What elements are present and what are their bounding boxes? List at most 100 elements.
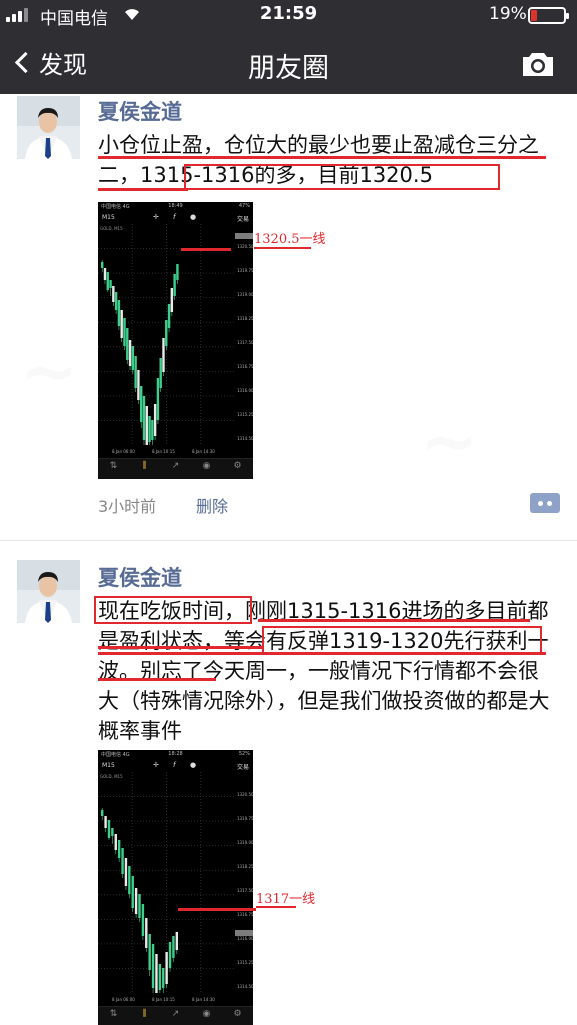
candle-body [111,828,114,836]
candle-body [134,888,138,914]
mini-tab-icon: ⇅ [109,461,118,471]
avatar[interactable] [17,560,80,623]
candle-body [162,968,165,988]
annotation-underline [256,906,296,908]
battery-level [531,10,537,21]
candle-body [140,386,143,422]
current-price-box [235,233,253,239]
mini-tab-icon: ◉ [202,461,211,471]
candle-body [126,328,129,360]
candle-body [170,288,174,312]
candle-body [112,286,115,302]
candle-body [138,894,141,918]
highlight-underline [98,678,216,681]
highlight-underline [98,646,262,649]
highlight-box [184,164,500,190]
mini-battery: 52% [238,751,250,757]
annotation-underline [254,247,311,249]
indicator-icon: ● [190,761,197,769]
mini-battery: 47% [238,203,250,209]
post: 夏侯金道 现在吃饭时间，刚刚1315-1316进场的多目前都是盈利状态，等会有反… [0,560,577,1025]
post-time: 3小时前 [98,497,157,516]
y-tick-label: 1318.25 [237,864,253,869]
chart-screenshot[interactable]: 中国电信 4G 18:49 47% M15 ✛ f ● 交易 GOLD, M15… [98,202,253,479]
annotation-line [178,908,256,911]
x-tick-label: 8 Jan 10:15 [152,449,175,454]
mini-tab-icon: ↗ [171,461,180,471]
candlestick-plot [98,772,235,993]
function-icon: f [173,213,176,221]
candle-body [131,346,135,370]
y-tick-label: 1316.75 [237,912,253,917]
candle-body [128,340,132,366]
y-tick-label: 1320.50 [237,244,253,249]
mini-tab-icon: ◉ [202,1009,211,1019]
camera-icon[interactable] [520,50,556,78]
battery-icon [528,7,569,24]
candle-body [155,954,158,993]
mini-trade: 交易 [236,764,249,771]
candle-body [142,396,146,440]
candle-body [158,964,162,990]
candle-body [117,300,121,326]
candle-body [114,834,117,850]
candle-body [101,262,104,268]
candle-body [121,848,124,874]
more-comment-icon[interactable] [530,493,560,513]
candle-body [106,272,109,290]
highlight-underline [98,652,546,655]
annotation-line [181,248,231,251]
x-tick-label: 8 Jan 14:30 [192,449,215,454]
candle-body [114,292,118,310]
mini-tab-icon: ⚙ [233,1009,242,1019]
y-tick-label: 1314.50 [237,984,253,989]
candle-body [128,866,131,894]
candle-body [151,944,155,988]
candle-body [103,268,107,280]
y-tick-label: 1319.00 [237,292,253,297]
navbar: 发现 朋友圈 [0,30,577,94]
author-name[interactable]: 夏侯金道 [98,562,182,592]
candle-body [104,816,107,828]
candle-body [156,378,160,420]
page-title: 朋友圈 [248,53,329,84]
candle-body [176,264,179,280]
candle-body [141,904,145,936]
delete-button[interactable]: 删除 [196,493,228,517]
candle-body [175,932,179,950]
mini-tab-icon: ↗ [171,1009,180,1019]
mini-status-bar: 中国电信 4G 18:49 47% [98,202,253,210]
mini-timeframe: M15 [102,762,115,769]
chart-screenshot[interactable]: 中国电信 4G 18:28 52% M15 ✛ f ● 交易 GOLD, M15… [98,750,253,1025]
divider [0,540,577,541]
author-name[interactable]: 夏侯金道 [98,96,182,126]
y-tick-label: 1316.00 [237,936,253,941]
x-tick-label: 8 Jan 10:15 [152,997,175,1002]
function-icon: f [173,761,176,769]
highlight-underline [98,156,546,159]
candle-body [165,320,168,346]
mini-tab-icon: ⫼ [142,461,147,471]
highlight-underline [258,619,530,622]
avatar[interactable] [17,96,80,159]
candle-body [123,318,126,346]
current-price-box [235,930,253,936]
mini-timeframe: M15 [102,214,115,221]
price-annotation: 1317一线 [256,892,316,907]
candle-body [117,840,121,858]
y-tick-label: 1315.25 [237,412,253,417]
y-tick-label: 1316.00 [237,388,253,393]
highlight-underline [98,188,188,191]
candle-body [109,280,112,288]
candle-body [101,810,104,816]
candle-body [162,338,165,372]
mini-toolbar: M15 ✛ f ● 交易 [98,210,253,224]
mini-trade: 交易 [236,216,249,223]
candle-body [145,406,148,445]
post: 夏侯金道 小仓位止盈，仓位大的最少也要止盈减仓三分之二，1315-1316的多，… [0,94,577,524]
candle-body [148,416,151,442]
candle-body [153,404,157,436]
y-tick-label: 1317.50 [237,340,253,345]
x-tick-label: 8 Jan 06:00 [112,449,135,454]
mini-toolbar: M15 ✛ f ● 交易 [98,758,253,772]
